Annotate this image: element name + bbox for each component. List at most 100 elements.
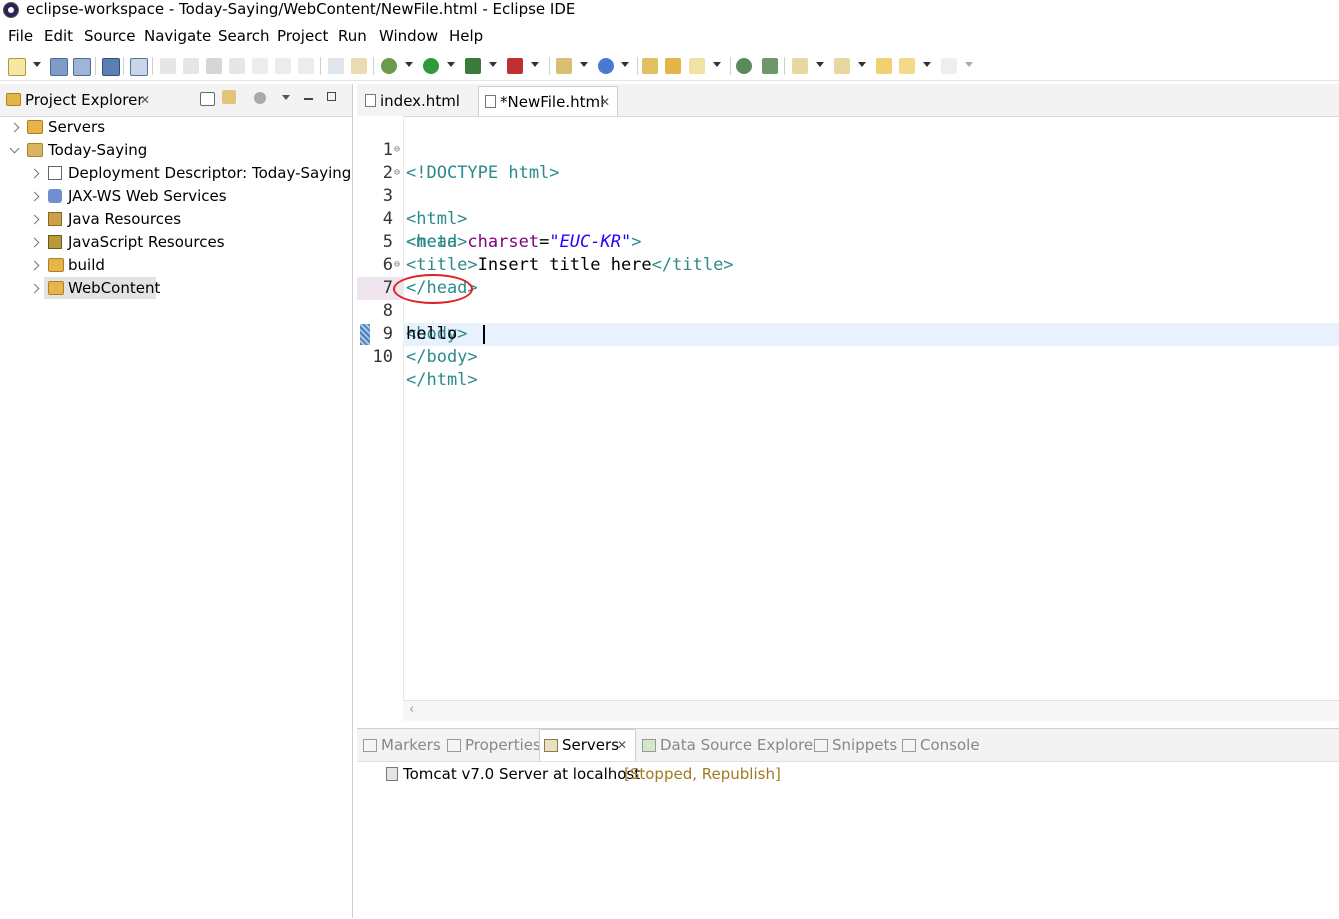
previous-annotation-icon[interactable]: [834, 58, 850, 74]
next-annotation-dropdown-icon[interactable]: [816, 62, 824, 67]
forward-dropdown-icon[interactable]: [965, 62, 973, 67]
chevron-down-icon[interactable]: [9, 143, 20, 154]
new-icon[interactable]: [8, 58, 26, 76]
new-class-dropdown-icon[interactable]: [621, 62, 629, 67]
chevron-right-icon[interactable]: [9, 122, 20, 133]
tree-item-today-saying[interactable]: Today-Saying: [0, 139, 352, 161]
step-into-icon[interactable]: [252, 58, 268, 74]
tab-servers[interactable]: Servers: [544, 736, 619, 754]
tab-console[interactable]: Console: [902, 736, 980, 754]
menu-run[interactable]: Run: [338, 26, 367, 46]
open-type-icon[interactable]: [642, 58, 658, 74]
menu-window[interactable]: Window: [379, 26, 438, 46]
horizontal-scrollbar[interactable]: ‹: [403, 700, 1339, 721]
forward-icon[interactable]: [941, 58, 957, 74]
fold-icon[interactable]: ⊖: [394, 145, 400, 155]
suspend-icon[interactable]: [183, 58, 199, 74]
run-on-server-icon[interactable]: [465, 58, 481, 74]
step-return-icon[interactable]: [298, 58, 314, 74]
tab-data-source-explorer[interactable]: Data Source Explorer: [642, 736, 819, 754]
external-tools-dropdown-icon[interactable]: [531, 62, 539, 67]
chevron-right-icon[interactable]: [29, 237, 40, 248]
code-line-4[interactable]: 4 <meta charset="EUC-KR">: [357, 185, 1339, 252]
maximize-icon[interactable]: [327, 92, 336, 101]
new-wizard-dropdown-icon[interactable]: [580, 62, 588, 67]
menu-navigate[interactable]: Navigate: [144, 26, 211, 46]
disconnect-icon[interactable]: [229, 58, 245, 74]
chevron-right-icon[interactable]: [29, 191, 40, 202]
tab-index-html[interactable]: index.html: [357, 86, 475, 116]
previous-annotation-dropdown-icon[interactable]: [858, 62, 866, 67]
open-folder-icon[interactable]: [665, 58, 681, 74]
menu-search[interactable]: Search: [218, 26, 270, 46]
collapse-all-icon[interactable]: [200, 92, 215, 106]
drop-to-frame-icon[interactable]: [351, 58, 367, 74]
run-on-server-dropdown-icon[interactable]: [489, 62, 497, 67]
search-icon[interactable]: [689, 58, 705, 74]
run-dropdown-icon[interactable]: [447, 62, 455, 67]
back-dropdown-icon[interactable]: [923, 62, 931, 67]
view-menu-icon[interactable]: [282, 95, 290, 100]
new-wizard-icon[interactable]: [556, 58, 572, 74]
external-tools-icon[interactable]: [507, 58, 523, 74]
last-edit-icon[interactable]: [876, 58, 892, 74]
tree-item-webcontent[interactable]: WebContent: [0, 277, 352, 299]
code-line-1[interactable]: 1 <!DOCTYPE html>: [357, 116, 1339, 183]
scroll-left-icon[interactable]: ‹: [409, 702, 414, 717]
fold-icon[interactable]: ⊖: [394, 168, 400, 178]
close-icon[interactable]: ✕: [600, 95, 610, 109]
use-step-filters-icon[interactable]: [328, 58, 344, 74]
new-dropdown-icon[interactable]: [33, 62, 41, 67]
code-line-10[interactable]: 10 </html>: [357, 323, 1339, 390]
tree-item-java-resources[interactable]: Java Resources: [0, 208, 352, 230]
save-all-icon[interactable]: [73, 58, 91, 76]
code-line-8[interactable]: 8 hello: [357, 277, 1339, 344]
close-icon[interactable]: ✕: [617, 738, 627, 752]
fold-icon[interactable]: ⊖: [394, 260, 400, 270]
code-line-2[interactable]: 2 ⊖ <html>: [357, 139, 1339, 230]
tree-item-build[interactable]: build: [0, 254, 352, 276]
tree-item-deployment-descriptor[interactable]: Deployment Descriptor: Today-Saying: [0, 162, 352, 184]
skip-breakpoints-icon[interactable]: [130, 58, 148, 76]
server-row[interactable]: Tomcat v7.0 Server at localhost [Stopped…: [357, 763, 1339, 785]
menu-source[interactable]: Source: [84, 26, 136, 46]
new-class-icon[interactable]: [598, 58, 614, 74]
code-line-7[interactable]: 7 ⊖ <body>: [357, 254, 1339, 345]
tab-markers[interactable]: Markers: [363, 736, 441, 754]
tree-item-javascript-resources[interactable]: JavaScript Resources: [0, 231, 352, 253]
menu-file[interactable]: File: [8, 26, 33, 46]
terminal-icon[interactable]: [102, 58, 120, 76]
resume-icon[interactable]: [160, 58, 176, 74]
tree-item-jax-ws[interactable]: JAX-WS Web Services: [0, 185, 352, 207]
close-icon[interactable]: ✕: [140, 93, 150, 107]
run-icon[interactable]: [423, 58, 439, 74]
next-annotation-icon[interactable]: [792, 58, 808, 74]
chevron-right-icon[interactable]: [29, 214, 40, 225]
chevron-right-icon[interactable]: [29, 260, 40, 271]
terminate-icon[interactable]: [206, 58, 222, 74]
debug-dropdown-icon[interactable]: [405, 62, 413, 67]
menu-help[interactable]: Help: [449, 26, 483, 46]
save-icon[interactable]: [50, 58, 68, 76]
code-line-3[interactable]: 3 ⊖ <head>: [357, 162, 1339, 253]
step-over-icon[interactable]: [275, 58, 291, 74]
minimize-icon[interactable]: [304, 98, 313, 100]
back-icon[interactable]: [899, 58, 915, 74]
code-line-5[interactable]: 5 <title>Insert title here</title>: [357, 208, 1339, 275]
filter-icon[interactable]: [254, 92, 266, 104]
debug-icon[interactable]: [381, 58, 397, 74]
link-with-editor-icon[interactable]: [222, 90, 236, 104]
chevron-right-icon[interactable]: [29, 283, 40, 294]
code-line-9[interactable]: 9 </body>: [357, 300, 1339, 367]
tab-newfile-html[interactable]: *NewFile.html ✕: [478, 86, 618, 116]
globe-icon[interactable]: [736, 58, 752, 74]
project-explorer-title[interactable]: Project Explorer: [25, 91, 144, 109]
tab-snippets[interactable]: Snippets: [814, 736, 897, 754]
code-line-6[interactable]: 6 </head>: [357, 231, 1339, 298]
chevron-right-icon[interactable]: [29, 168, 40, 179]
search-dropdown-icon[interactable]: [713, 62, 721, 67]
tab-properties[interactable]: Properties: [447, 736, 541, 754]
menu-project[interactable]: Project: [277, 26, 328, 46]
tree-item-servers[interactable]: Servers: [0, 116, 352, 138]
menu-edit[interactable]: Edit: [44, 26, 73, 46]
